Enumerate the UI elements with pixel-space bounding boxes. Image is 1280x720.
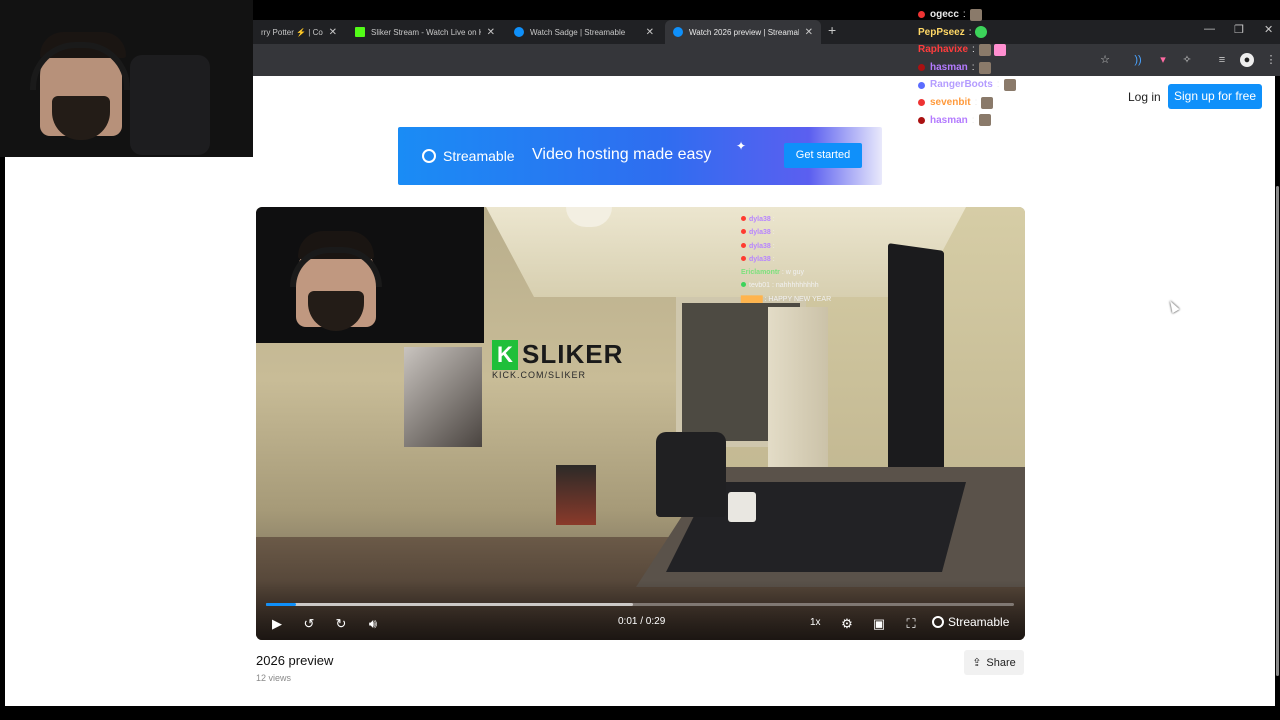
menu-kebab-icon[interactable]: ⋮ (1264, 53, 1278, 67)
emote-icon (969, 8, 982, 21)
chat-message: dyla38 : (741, 213, 831, 226)
minimize-icon[interactable]: — (1204, 23, 1215, 35)
chat-message: hasman: (918, 59, 1016, 77)
emote-icon (978, 114, 991, 127)
screen: { "browser": { "tabs": [ {"title": "rry … (0, 0, 1280, 720)
video-player[interactable]: K SLIKER KICK.COM/SLIKER dyla38 : dyla38… (256, 207, 1025, 640)
chat-message: RangerBoots: (918, 76, 1016, 94)
video-scene-poster (404, 347, 482, 447)
sparkle-icon: ✦ (736, 139, 747, 153)
fullscreen-icon[interactable]: ⛶ (903, 615, 919, 633)
streamable-icon (514, 27, 524, 37)
get-started-button[interactable]: Get started (784, 143, 862, 168)
picture-in-picture-icon[interactable]: ▣ (871, 615, 887, 633)
extension-audio-icon[interactable]: )) (1131, 53, 1145, 67)
streamable-icon (422, 149, 436, 163)
video-title: 2026 preview (256, 653, 334, 668)
video-inner-chat: dyla38 : dyla38 : dyla38 : dyla38 : Eric… (741, 213, 831, 306)
scrollbar-thumb[interactable] (1276, 186, 1279, 676)
extension-icon[interactable]: ▾ (1156, 53, 1170, 67)
promo-banner[interactable]: Streamable Video hosting made easy ✦ Get… (398, 127, 882, 185)
emote-icon (978, 61, 991, 74)
chat-message: PepPseez: (918, 24, 1016, 42)
profile-avatar-icon[interactable]: ● (1240, 53, 1254, 67)
close-icon[interactable]: ✕ (329, 27, 337, 38)
close-icon[interactable]: ✕ (805, 27, 813, 38)
emote-icon (978, 43, 991, 56)
chat-message: dyla38 : (741, 226, 831, 239)
banner-tagline: Video hosting made easy (532, 146, 712, 163)
tab-watch-sadge[interactable]: Watch Sadge | Streamable ✕ (506, 20, 662, 44)
video-scene-mug (728, 492, 756, 522)
streamer-webcam-overlay (0, 0, 253, 157)
video-progress-bar[interactable] (266, 603, 1014, 606)
tab-harry-potter[interactable]: rry Potter ⚡ | Comi ✕ (253, 20, 345, 44)
restore-icon[interactable]: ❐ (1234, 23, 1244, 36)
close-window-icon[interactable]: ✕ (1264, 23, 1273, 36)
streamable-icon (673, 27, 683, 37)
video-scene-chair (656, 432, 726, 517)
kick-icon: K (492, 339, 518, 370)
chat-message: hasman: (918, 112, 1016, 130)
streamable-logo: Streamable (422, 148, 515, 164)
emote-icon (993, 43, 1006, 56)
close-icon[interactable]: ✕ (487, 27, 495, 38)
view-count: 12 views (256, 673, 292, 683)
forward-icon[interactable]: ↻ (334, 615, 348, 633)
signup-button[interactable]: Sign up for free (1168, 84, 1262, 109)
video-scene-curtain (768, 307, 828, 467)
tab-watch-2026-preview[interactable]: Watch 2026 preview | Streamab ✕ (665, 20, 821, 44)
close-icon[interactable]: ✕ (646, 27, 654, 38)
rewind-icon[interactable]: ↺ (302, 615, 316, 633)
play-icon[interactable]: ▶ (270, 615, 284, 633)
playback-speed-button[interactable]: 1x (810, 617, 821, 628)
emote-icon (975, 26, 988, 39)
chat-message: Ericlamontr : w guy (741, 269, 805, 277)
chat-message: dyla38 : (741, 240, 831, 253)
tab-sliker-stream[interactable]: Sliker Stream - Watch Live on K ✕ (347, 20, 503, 44)
sliker-wall-logo: K SLIKER (492, 339, 623, 370)
video-scene-artwork (556, 465, 596, 525)
video-webcam-inset (256, 207, 484, 343)
volume-icon[interactable]: 🔊︎ (366, 615, 380, 633)
chat-message: Raphavixe: (918, 41, 1016, 59)
chat-message: ▇▇▇▇ : HAPPY NEW YEAR (741, 295, 832, 303)
share-button[interactable]: ⇪ Share (964, 650, 1024, 675)
kick-icon (355, 27, 365, 37)
progress-buffered (266, 603, 633, 606)
stream-chat-overlay: ogecc: PepPseez: Raphavixe: hasman: Rang… (918, 6, 1016, 129)
emote-icon (1003, 79, 1016, 92)
time-display: 0:01 / 0:29 (618, 616, 666, 627)
chat-message: tevb01 : nahhhhhhhhh (741, 279, 831, 292)
emote-icon (981, 96, 994, 109)
login-link[interactable]: Log in (1128, 90, 1161, 104)
progress-played (266, 603, 296, 606)
settings-gear-icon[interactable]: ⚙ (839, 615, 855, 633)
chat-message: sevenbit: (918, 94, 1016, 112)
chat-message: ogecc: (918, 6, 1016, 24)
media-controls-icon[interactable]: ≡ (1215, 53, 1229, 67)
share-icon: ⇪ (972, 657, 982, 669)
bookmark-star-icon[interactable]: ☆ (1098, 53, 1112, 67)
video-scene-monitor (888, 243, 944, 491)
streamable-player-logo[interactable]: Streamable (932, 615, 1009, 629)
new-tab-button[interactable]: + (828, 22, 836, 38)
streamable-icon (932, 616, 944, 628)
puzzle-icon[interactable]: ✧ (1180, 53, 1194, 67)
scrollbar-track[interactable] (1275, 76, 1280, 706)
chat-message: dyla38 : (741, 253, 831, 266)
sliker-wall-url: KICK.COM/SLIKER (492, 370, 587, 380)
